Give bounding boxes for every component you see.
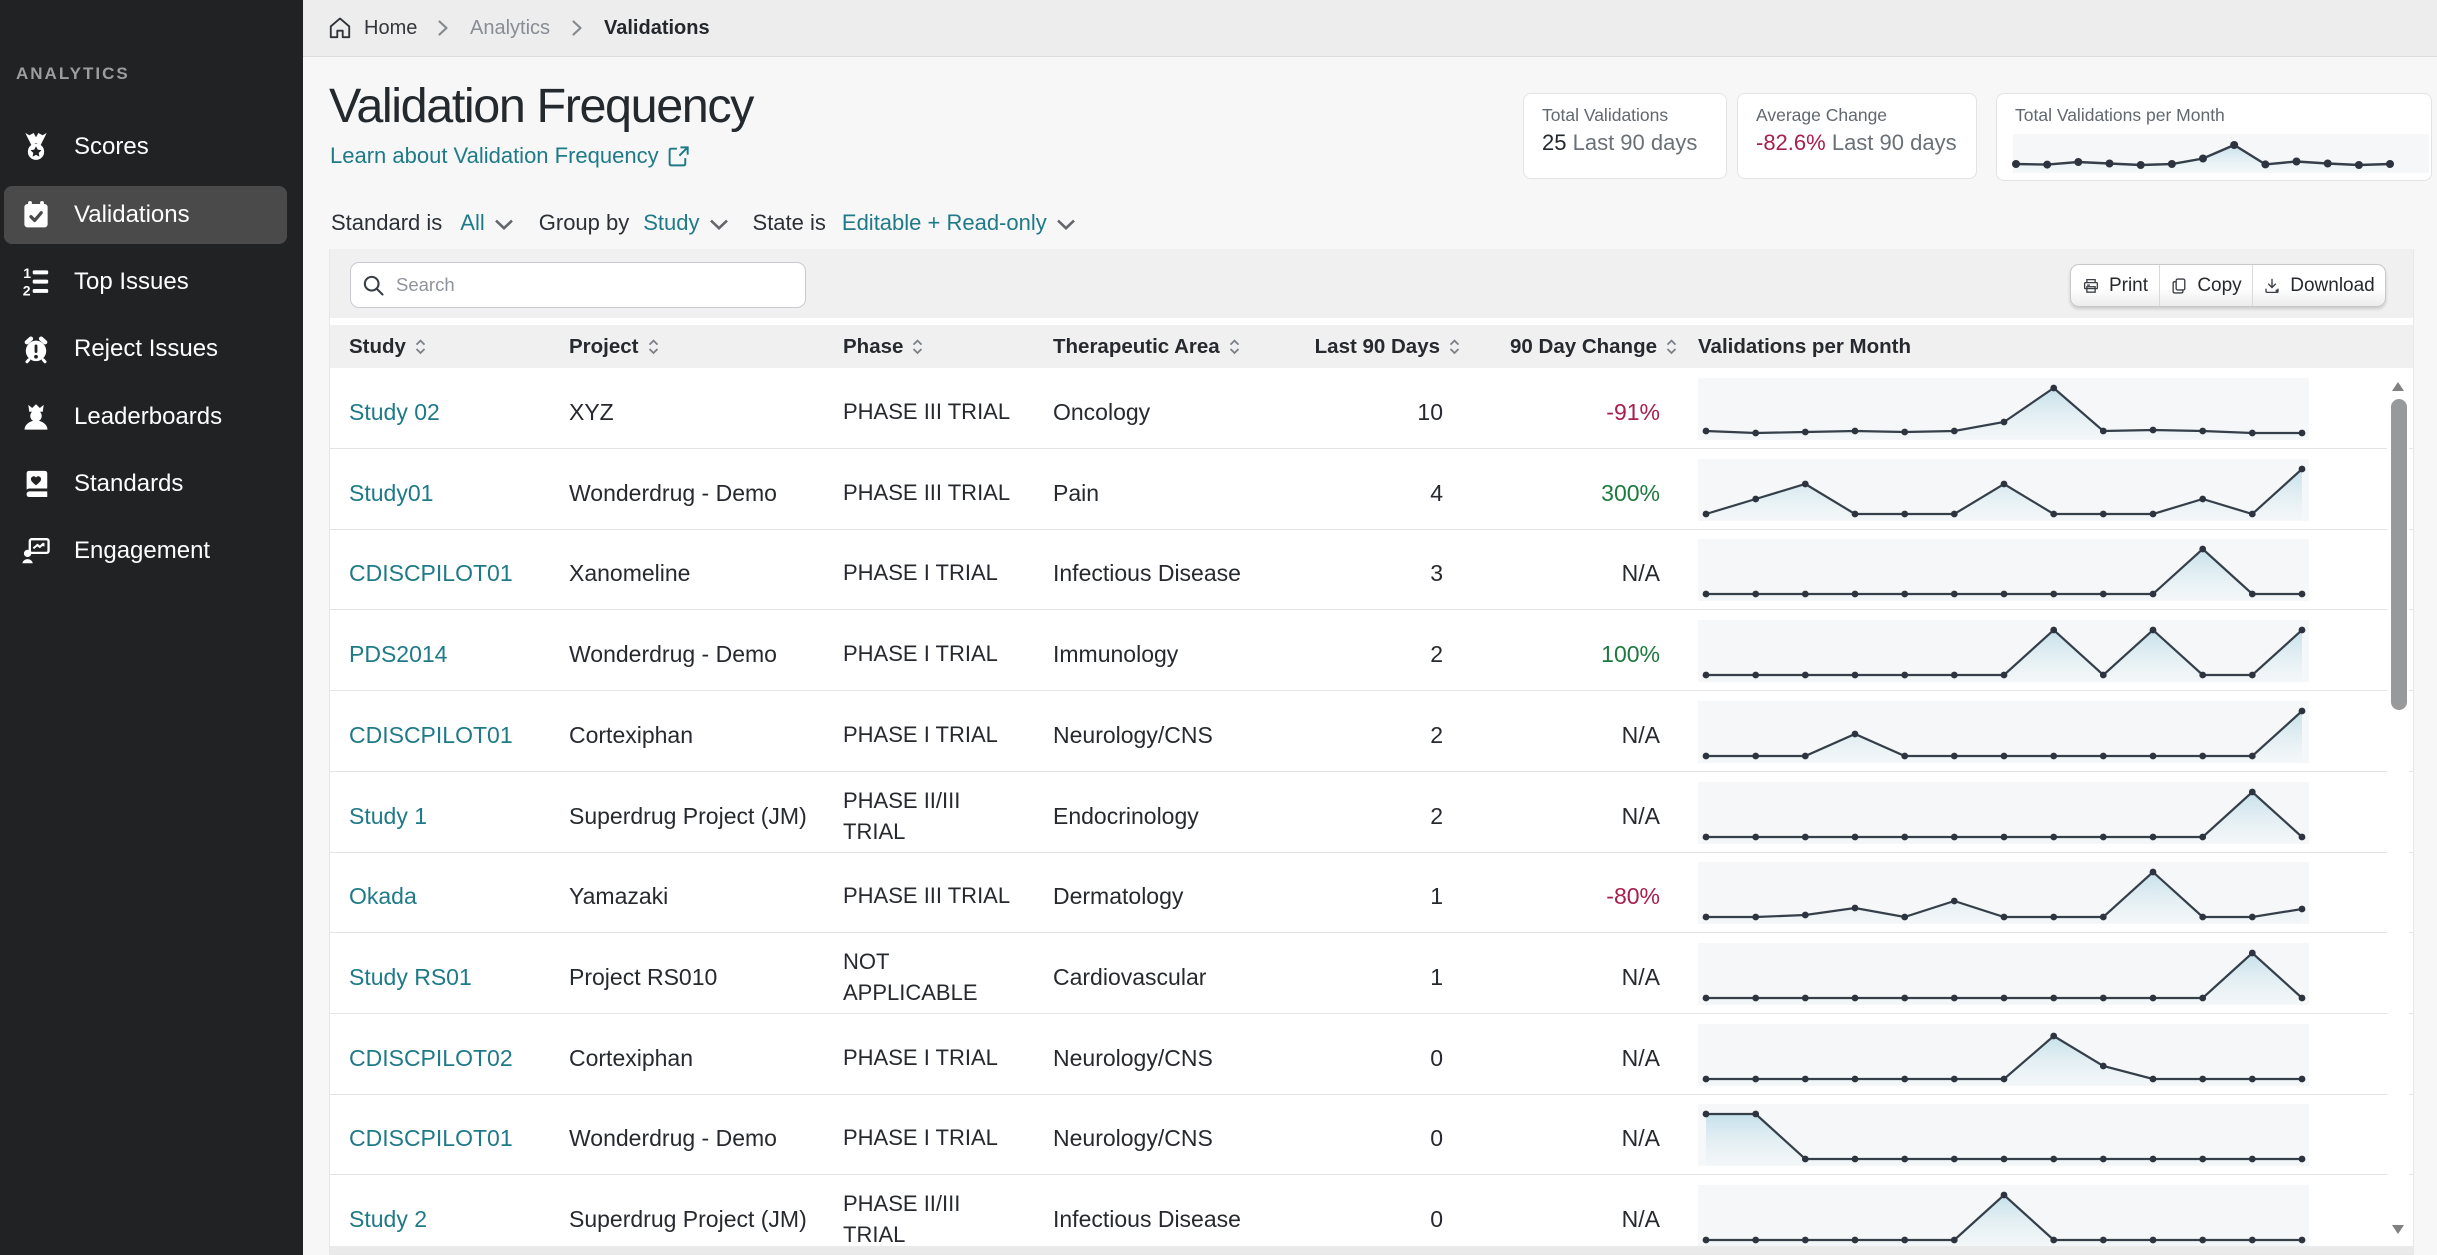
svg-text:1: 1 (23, 267, 31, 281)
svg-text:2: 2 (23, 283, 31, 298)
